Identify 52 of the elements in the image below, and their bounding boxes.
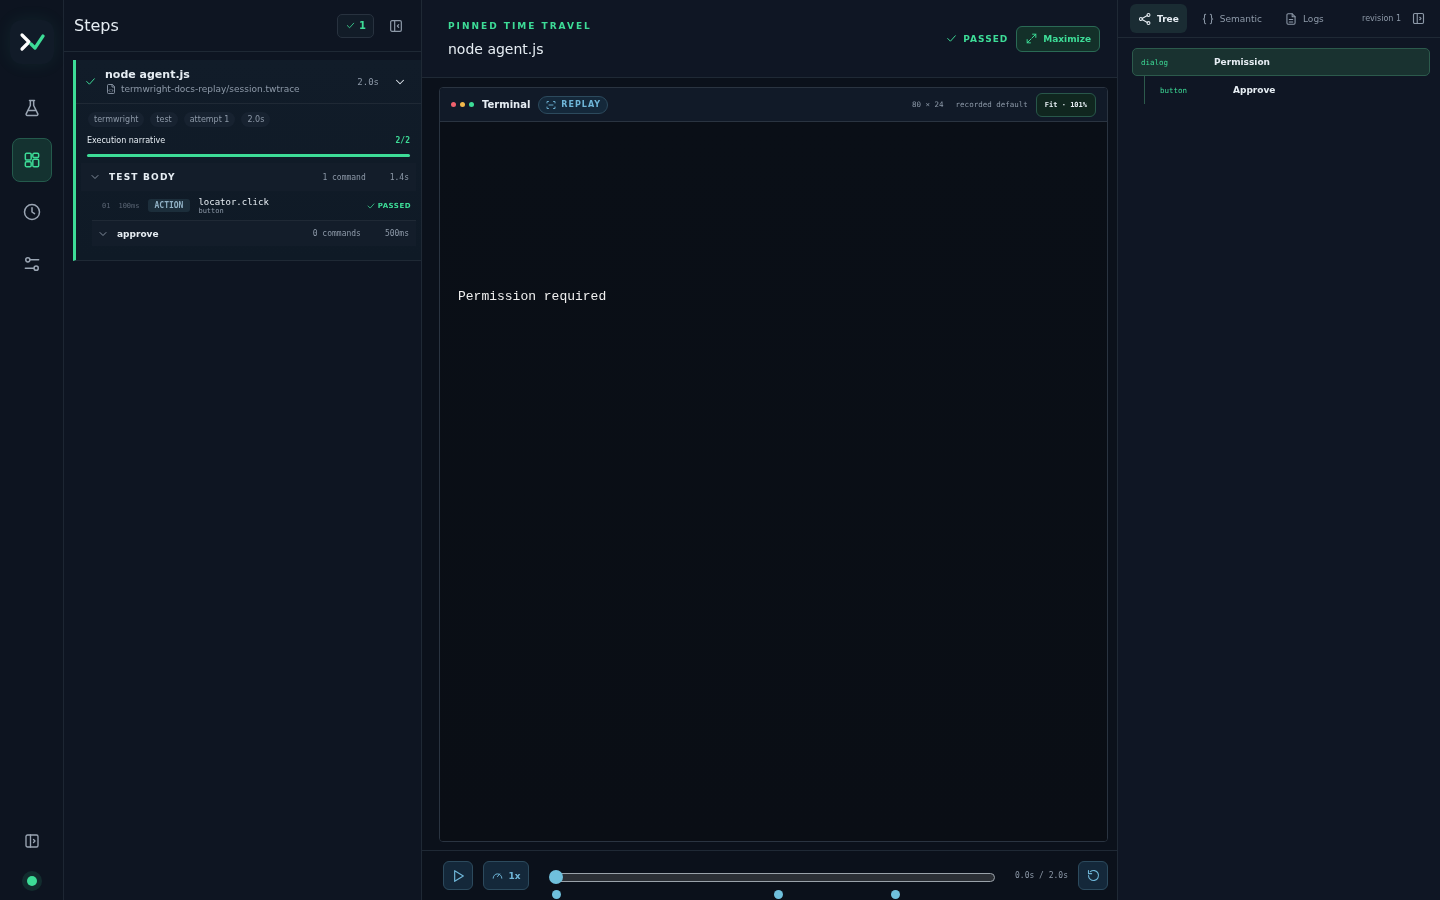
collapse-panel-icon[interactable] <box>388 17 404 34</box>
tag: attempt 1 <box>183 112 236 127</box>
file-path: termwright-docs-replay/session.twtrace <box>121 84 300 94</box>
maximize-button[interactable]: Maximize <box>1016 25 1100 52</box>
braces-icon <box>1200 11 1215 26</box>
panel-icon <box>22 832 41 850</box>
action-badge: ACTION <box>147 199 191 212</box>
inspector-tab[interactable]: Logs <box>1276 4 1332 33</box>
page-title: node agent.js <box>448 40 545 57</box>
slider-thumb[interactable] <box>549 870 563 884</box>
narrative-label: Execution narrative <box>87 136 166 145</box>
group-header[interactable]: approve 0 commands 500ms <box>92 220 416 246</box>
terminal-title: Terminal <box>482 99 531 110</box>
tag: 2.0s <box>241 112 271 127</box>
window-controls-icon <box>451 102 474 107</box>
clock-icon <box>21 202 42 222</box>
section-label: PINNED TIME TRAVEL <box>448 20 593 31</box>
passed-count-badge: 1 <box>337 13 374 38</box>
tree-icon <box>1138 11 1152 26</box>
duration: 2.0s <box>357 76 379 87</box>
speed-button[interactable]: 1x <box>483 861 529 890</box>
file-icon <box>105 83 117 95</box>
document-icon <box>1284 11 1298 26</box>
inspector-tab[interactable]: Tree <box>1130 4 1187 33</box>
scan-icon <box>545 98 558 111</box>
terminal-output: Permission required <box>458 289 608 304</box>
check-icon <box>365 200 376 211</box>
replay-icon <box>1085 868 1101 883</box>
command-name: locator.click <box>198 196 270 207</box>
play-button[interactable] <box>443 861 473 890</box>
panel-icon[interactable] <box>1411 11 1426 26</box>
narrative-count: 2/2 <box>395 136 410 145</box>
expand-icon <box>1025 32 1039 45</box>
panel-title: Steps <box>74 16 119 35</box>
timeline-marker[interactable] <box>773 889 783 899</box>
group-header[interactable]: TEST BODY 1 command 1.4s <box>81 163 416 191</box>
timeline-marker[interactable] <box>890 889 900 899</box>
check-icon <box>345 20 357 31</box>
check-icon <box>84 75 97 88</box>
run-title: node agent.js <box>105 68 191 81</box>
check-icon <box>945 32 959 45</box>
tag: termwright <box>88 112 145 127</box>
timeline-marker[interactable] <box>551 889 561 899</box>
inspector-tab[interactable]: Semantic <box>1192 4 1270 33</box>
restart-button[interactable] <box>1078 861 1108 890</box>
playback-time: 0.0s / 2.0s <box>1015 871 1068 880</box>
app-logo <box>9 20 54 64</box>
replay-badge: REPLAY <box>538 95 609 114</box>
revision-label: revision 1 <box>1362 14 1401 23</box>
passed-status: PASSED <box>945 32 1009 45</box>
tag: test <box>150 112 178 127</box>
nav-button[interactable] <box>11 138 52 182</box>
